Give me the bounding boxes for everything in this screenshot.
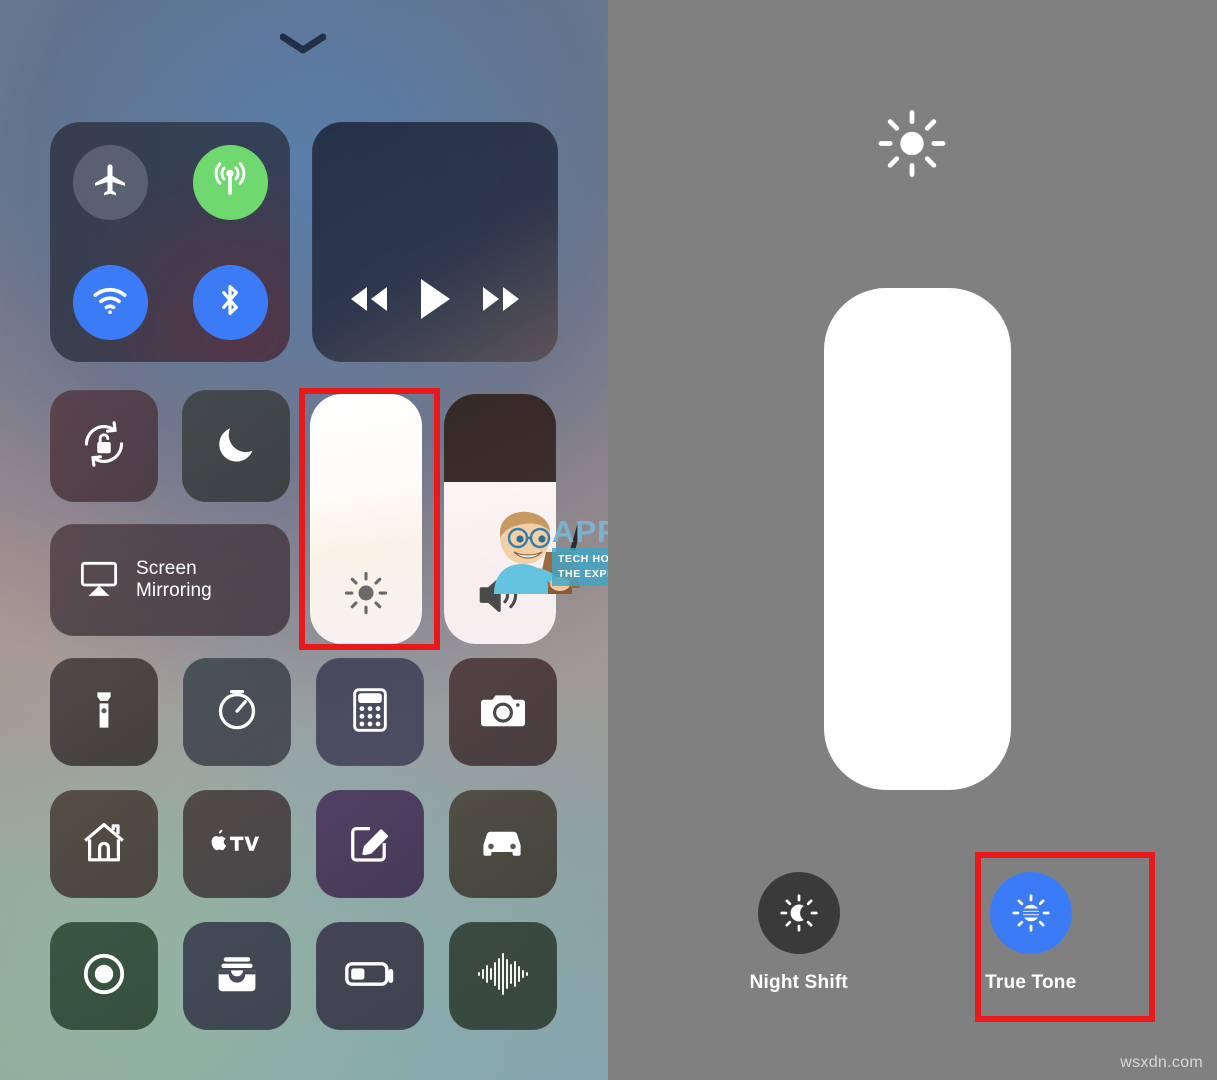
appuals-tagline: TECH HOW-TO'S FROM THE EXPERTS! — [552, 548, 608, 587]
moon-icon — [212, 420, 260, 473]
flashlight-icon — [82, 688, 126, 737]
record-circle-icon — [80, 950, 128, 1003]
rewind-button[interactable] — [346, 282, 392, 321]
volume-slider[interactable] — [444, 394, 556, 644]
timer-button[interactable] — [183, 658, 291, 766]
screen-recording-button[interactable] — [50, 922, 158, 1030]
tone-button-row: Night Shift True Tone — [609, 872, 1217, 994]
timer-icon — [214, 687, 260, 738]
battery-icon — [344, 959, 396, 994]
notes-button[interactable] — [316, 790, 424, 898]
car-icon — [477, 822, 529, 867]
rotation-lock-icon — [77, 417, 131, 476]
brightness-slider[interactable] — [310, 394, 422, 644]
play-button[interactable] — [417, 277, 453, 326]
apple-tv-remote-button[interactable] — [183, 790, 291, 898]
notes-pencil-icon — [347, 819, 393, 870]
screen-mirroring-button[interactable]: Screen Mirroring — [50, 524, 290, 636]
true-tone-label: True Tone — [985, 972, 1077, 993]
fast-forward-icon — [478, 282, 524, 321]
bluetooth-button[interactable] — [192, 264, 268, 340]
wifi-icon — [90, 280, 130, 325]
hearing-button[interactable] — [449, 922, 557, 1030]
media-playback-module — [312, 122, 558, 362]
rotation-lock-button[interactable] — [50, 390, 158, 502]
home-button[interactable] — [50, 790, 158, 898]
airplay-icon — [76, 557, 122, 604]
sun-moon-icon — [757, 872, 840, 954]
camera-icon — [479, 689, 527, 736]
app-shortcut-grid — [50, 658, 558, 1030]
sun-icon — [874, 106, 950, 187]
night-shift-button[interactable]: Night Shift — [750, 872, 848, 994]
low-power-mode-button[interactable] — [316, 922, 424, 1030]
screenshot-root: Screen Mirroring AP TECH HO THE EXP Nigh… — [0, 0, 1217, 1080]
cellular-antenna-icon — [209, 159, 251, 206]
do-not-disturb-button[interactable] — [182, 390, 290, 502]
apple-tv-icon — [208, 827, 266, 862]
wallet-button[interactable] — [183, 922, 291, 1030]
camera-button[interactable] — [449, 658, 557, 766]
flashlight-button[interactable] — [50, 658, 158, 766]
appuals-title: APPUALS — [552, 514, 608, 549]
control-center-panel: Screen Mirroring AP TECH HO THE EXP — [0, 0, 608, 1080]
play-icon — [417, 277, 453, 326]
home-icon — [80, 819, 128, 870]
source-watermark: wsxdn.com — [1120, 1054, 1203, 1071]
sun-icon — [341, 568, 391, 618]
cellular-data-button[interactable] — [192, 144, 268, 220]
volume-slider-fill — [444, 481, 556, 644]
screen-mirroring-label: Screen Mirroring — [136, 557, 212, 601]
waveform-icon — [475, 951, 531, 1002]
fast-forward-button[interactable] — [478, 282, 524, 321]
true-tone-sun-icon — [989, 872, 1072, 954]
bluetooth-icon — [211, 281, 249, 324]
true-tone-button[interactable]: True Tone — [985, 872, 1076, 994]
wifi-button[interactable] — [72, 264, 148, 340]
calculator-icon — [350, 687, 390, 738]
airplane-mode-button[interactable] — [72, 144, 148, 220]
expanded-brightness-slider[interactable] — [824, 288, 1011, 790]
night-shift-label: Night Shift — [749, 972, 848, 993]
airplane-icon — [90, 160, 130, 205]
calculator-button[interactable] — [316, 658, 424, 766]
chevron-down-icon[interactable] — [280, 33, 326, 55]
rewind-icon — [346, 282, 392, 321]
wallet-icon — [213, 952, 261, 1001]
speaker-icon — [475, 572, 525, 618]
car-mode-button[interactable] — [449, 790, 557, 898]
connectivity-module — [50, 122, 290, 362]
